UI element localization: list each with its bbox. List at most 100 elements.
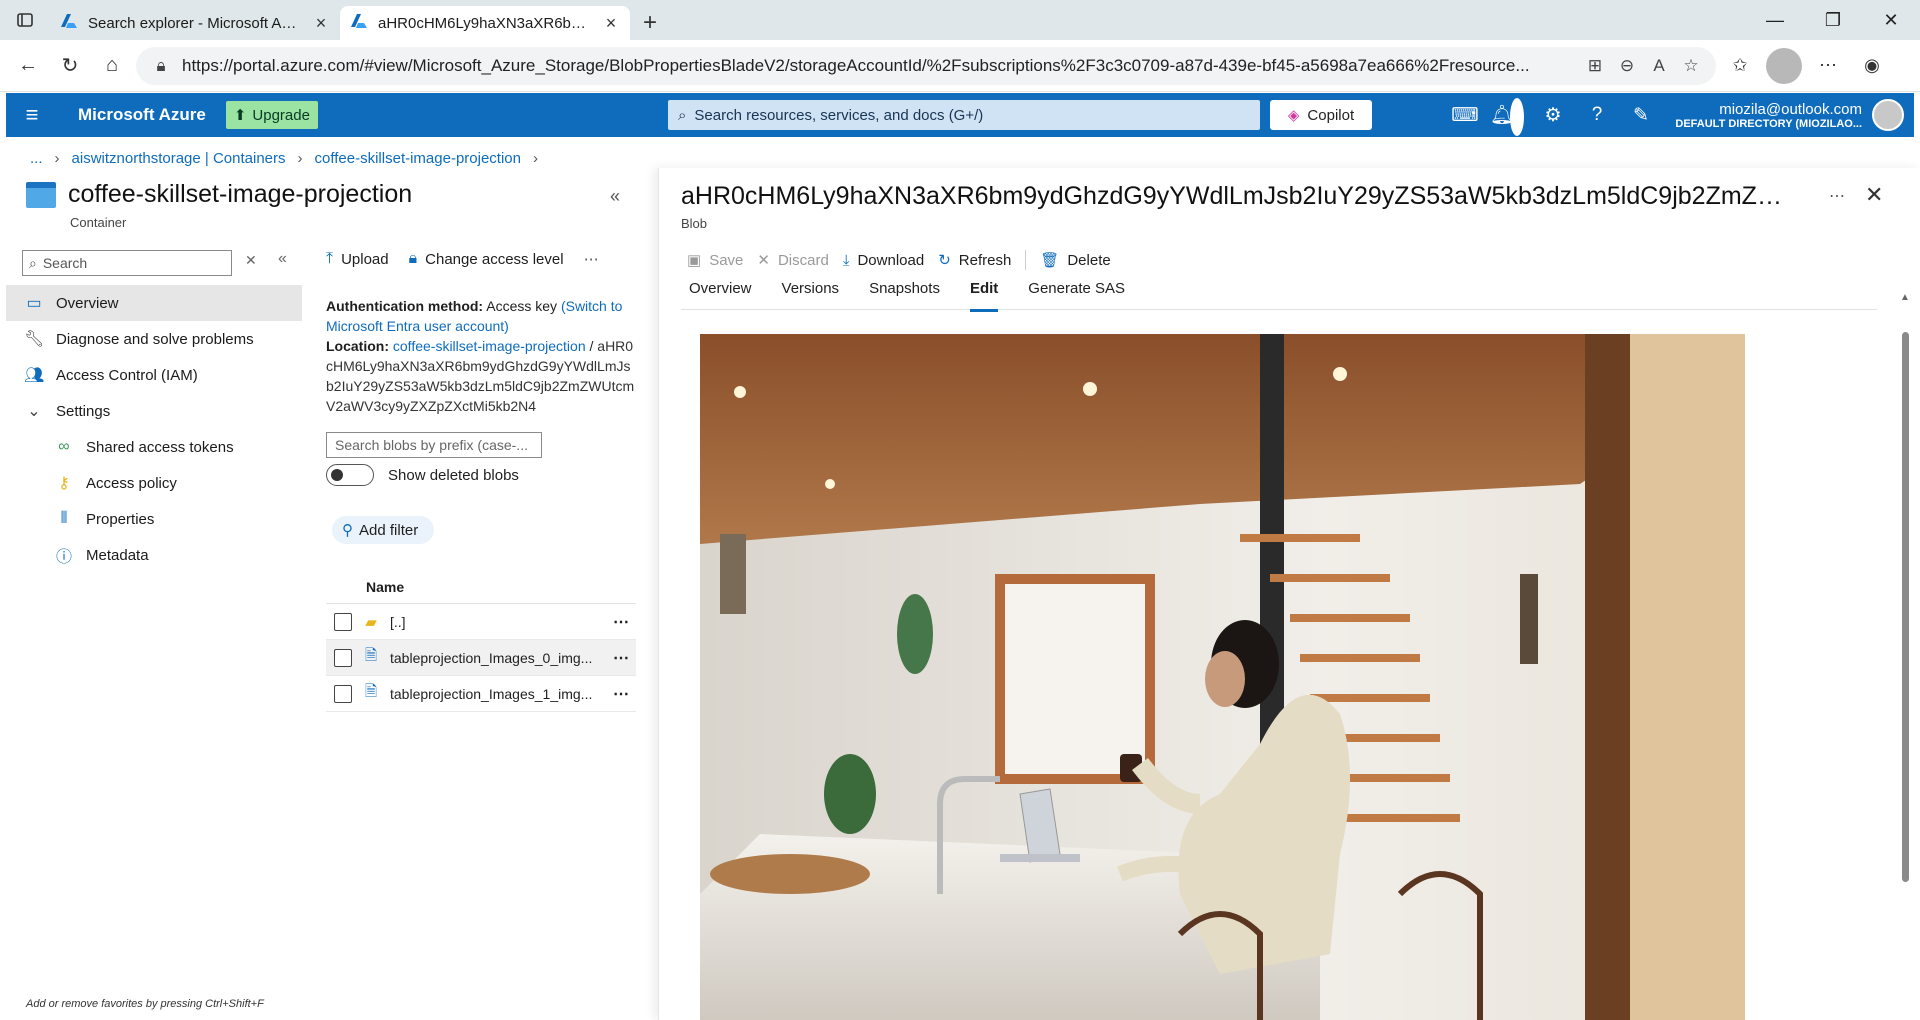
file-icon: 🗎︎ [364, 683, 378, 700]
notifications-icon[interactable]: 🔔︎ 1 [1490, 96, 1528, 136]
page-title: coffee-skillset-image-projection [68, 180, 413, 208]
menu-search-input[interactable]: ⌕ Search [22, 250, 232, 276]
blob-title: aHR0cHM6Ly9haXN3aXR6bm9ydGhzdG9yYWdlLmJs… [681, 182, 1801, 210]
browser-tab-blob[interactable]: aHR0cHM6Ly9haXN3aXR6bm9ydGhzdG9yYWdlLmJs… [340, 6, 630, 40]
blob-tabs: Overview Versions Snapshots Edit Generat… [681, 280, 1877, 312]
new-tab-button[interactable]: + [630, 6, 670, 40]
account-info[interactable]: miozila@outlook.com DEFAULT DIRECTORY (M… [1675, 101, 1862, 130]
breadcrumb-containers[interactable]: aiswitznorthstorage | Containers [72, 150, 286, 167]
table-row[interactable]: ▰ [..] ⋯ [326, 604, 636, 640]
wrench-icon: 🔧︎ [24, 331, 45, 348]
upload-button[interactable]: ⤒ Upload [326, 250, 389, 268]
menu-item-diagnose[interactable]: 🔧︎ Diagnose and solve problems [6, 321, 302, 357]
blob-name[interactable]: [..] [390, 614, 596, 630]
blob-prefix-search[interactable]: Search blobs by prefix (case-... [326, 432, 542, 458]
scroll-up-icon[interactable]: ▲ [1900, 292, 1910, 303]
row-more-icon[interactable]: ⋯ [606, 684, 636, 704]
clear-search-icon[interactable]: ✕ [245, 252, 257, 269]
upgrade-button[interactable]: ⬆︎ Upgrade [225, 101, 318, 129]
read-aloud-icon[interactable]: A [1648, 56, 1670, 76]
discard-button[interactable]: ✕ Discard [757, 251, 828, 270]
row-more-icon[interactable]: ⋯ [606, 612, 636, 632]
change-access-level-button[interactable]: 🔒︎ Change access level [409, 250, 564, 268]
profile-icon[interactable] [1766, 47, 1802, 84]
copilot-button[interactable]: ◈ Copilot [1270, 100, 1372, 130]
add-filter-button[interactable]: ⚲ Add filter [332, 516, 435, 544]
minimize-icon[interactable]: — [1746, 0, 1804, 40]
show-deleted-toggle[interactable] [326, 464, 374, 486]
row-checkbox[interactable] [334, 684, 352, 703]
feedback-icon[interactable]: ✎ [1622, 96, 1660, 134]
tab-overview[interactable]: Overview [689, 280, 752, 310]
overview-icon: ▭ [26, 295, 42, 312]
tab-snapshots[interactable]: Snapshots [869, 280, 940, 310]
close-blade-icon[interactable]: ✕ [1865, 182, 1883, 208]
scroll-thumb[interactable] [1902, 332, 1909, 882]
row-checkbox[interactable] [334, 648, 352, 667]
vertical-scrollbar[interactable]: ▲ [1899, 292, 1911, 1020]
location-link[interactable]: coffee-skillset-image-projection [393, 338, 586, 354]
refresh-button[interactable]: ↻ Refresh [938, 251, 1011, 270]
restore-icon[interactable]: ❐ [1804, 0, 1862, 40]
cloud-shell-icon[interactable]: ⌨ [1446, 96, 1484, 134]
save-button[interactable]: ▣ Save [687, 251, 744, 270]
collapse-icon[interactable]: « [610, 186, 620, 207]
tab-actions-icon[interactable] [0, 0, 50, 40]
more-options-icon[interactable]: ⋯ [584, 250, 599, 268]
browser-tab-search-explorer[interactable]: Search explorer - Microsoft Azure × [50, 6, 340, 40]
tab-versions[interactable]: Versions [782, 280, 840, 310]
breadcrumb-ellipsis[interactable]: ... [30, 150, 43, 167]
menu-item-metadata[interactable]: ⓘ Metadata [6, 537, 302, 573]
close-tab-icon[interactable]: × [602, 13, 620, 34]
close-window-icon[interactable]: ✕ [1862, 0, 1920, 40]
blob-name[interactable]: tableprojection_Images_1_img... [390, 686, 596, 702]
hamburger-menu-icon[interactable]: ≡ [6, 102, 58, 128]
link-icon: ∞ [58, 438, 70, 455]
apps-icon[interactable]: ⊞ [1584, 56, 1606, 76]
location-label: Location: [326, 338, 389, 354]
favorite-star-icon[interactable]: ☆ [1680, 56, 1702, 76]
show-deleted-label: Show deleted blobs [388, 466, 519, 484]
close-tab-icon[interactable]: × [312, 13, 330, 34]
favorites-icon[interactable]: ✩ [1722, 48, 1758, 84]
menu-item-iam[interactable]: 👥︎ Access Control (IAM) [6, 357, 302, 393]
table-row[interactable]: 🗎︎ tableprojection_Images_0_img... ⋯ [326, 640, 636, 676]
menu-item-access-policy[interactable]: ⚷ Access policy [6, 465, 302, 501]
home-icon[interactable]: ⌂ [94, 48, 130, 84]
zoom-icon[interactable]: ⊖ [1616, 56, 1638, 76]
blade-more-icon[interactable]: ⋯ [1829, 186, 1845, 206]
row-checkbox[interactable] [334, 612, 352, 631]
azure-search-input[interactable]: ⌕ Search resources, services, and docs (… [668, 100, 1260, 130]
auth-method: Authentication method: Access key (Switc… [326, 296, 636, 336]
column-header-name[interactable]: Name [326, 570, 636, 604]
help-icon[interactable]: ? [1578, 96, 1616, 134]
tab-edit[interactable]: Edit [969, 280, 999, 312]
copilot-browser-icon[interactable]: ◉ [1854, 48, 1890, 84]
reload-icon[interactable]: ↻ [52, 48, 88, 84]
menu-item-properties[interactable]: ⦀ Properties [6, 501, 302, 537]
url-field[interactable]: 🔒︎ https://portal.azure.com/#view/Micros… [136, 46, 1716, 85]
row-more-icon[interactable]: ⋯ [606, 648, 636, 668]
menu-item-settings[interactable]: ⌄ Settings [6, 393, 302, 429]
save-label: Save [709, 251, 744, 269]
blob-table: Name ▰ [..] ⋯ 🗎︎ tableprojection_Images_… [326, 570, 636, 712]
more-icon[interactable]: ⋯ [1810, 48, 1846, 84]
settings-gear-icon[interactable]: ⚙ [1534, 96, 1572, 134]
menu-item-overview[interactable]: ▭ Overview [6, 285, 302, 321]
upgrade-label: Upgrade [252, 106, 310, 124]
azure-header: ≡ Microsoft Azure ⬆︎ Upgrade ⌕ Search re… [6, 93, 1914, 137]
azure-brand[interactable]: Microsoft Azure [58, 105, 226, 125]
account-avatar[interactable] [1872, 99, 1904, 131]
back-icon[interactable]: ← [10, 48, 46, 84]
resource-menu: ▭ Overview 🔧︎ Diagnose and solve problem… [6, 285, 302, 573]
blob-name[interactable]: tableprojection_Images_0_img... [390, 650, 596, 666]
collapse-menu-icon[interactable]: « [278, 250, 287, 268]
menu-item-shared-access-tokens[interactable]: ∞ Shared access tokens [6, 429, 302, 465]
download-button[interactable]: ⤓ Download [843, 252, 924, 269]
breadcrumb-container[interactable]: coffee-skillset-image-projection [315, 150, 521, 167]
tab-generate-sas[interactable]: Generate SAS [1028, 280, 1125, 310]
table-row[interactable]: 🗎︎ tableprojection_Images_1_img... ⋯ [326, 676, 636, 712]
delete-button[interactable]: 🗑︎ Delete [1040, 251, 1110, 270]
menu-search-placeholder: Search [42, 255, 88, 271]
search-icon: ⌕ [678, 106, 687, 124]
